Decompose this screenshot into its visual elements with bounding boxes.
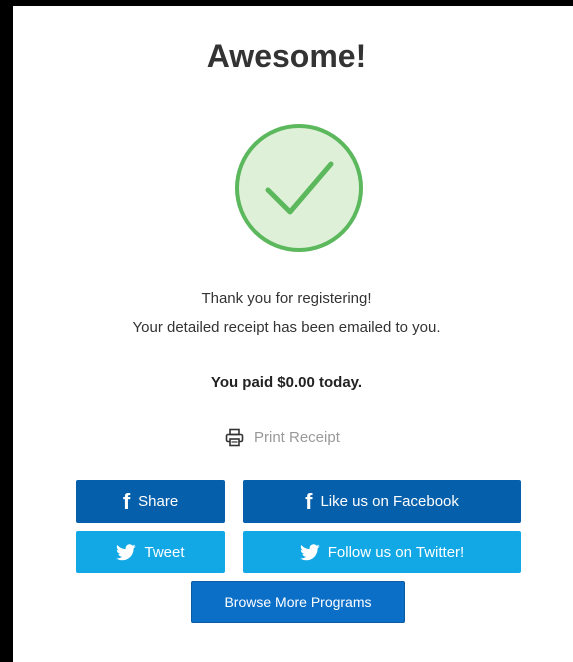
tweet-button[interactable]: Tweet — [76, 531, 225, 573]
payment-summary: You paid $0.00 today. — [210, 374, 363, 391]
facebook-share-button[interactable]: f Share — [76, 480, 225, 523]
browse-button-label: Browse More Programs — [224, 594, 372, 610]
thank-you-message: Thank you for registering! — [201, 290, 372, 307]
follow-button-label: Follow us on Twitter! — [327, 543, 465, 561]
success-check-icon — [235, 124, 363, 252]
receipt-emailed-message: Your detailed receipt has been emailed t… — [132, 319, 441, 336]
share-button-label: Share — [138, 493, 179, 510]
twitter-icon — [116, 543, 137, 560]
print-receipt-label: Print Receipt — [254, 428, 340, 446]
confirmation-panel: Awesome! Thank you for registering! Your… — [13, 6, 573, 662]
facebook-icon: f — [305, 488, 313, 514]
facebook-icon: f — [122, 488, 131, 514]
facebook-like-button[interactable]: f Like us on Facebook — [243, 480, 521, 523]
print-receipt-link[interactable]: Print Receipt — [225, 426, 340, 448]
twitter-follow-button[interactable]: Follow us on Twitter! — [243, 531, 521, 573]
page-title: Awesome! — [206, 38, 367, 74]
browse-more-programs-button[interactable]: Browse More Programs — [191, 581, 405, 623]
tweet-button-label: Tweet — [144, 543, 185, 561]
twitter-icon — [299, 543, 320, 560]
printer-icon — [225, 428, 244, 446]
like-button-label: Like us on Facebook — [320, 493, 459, 510]
